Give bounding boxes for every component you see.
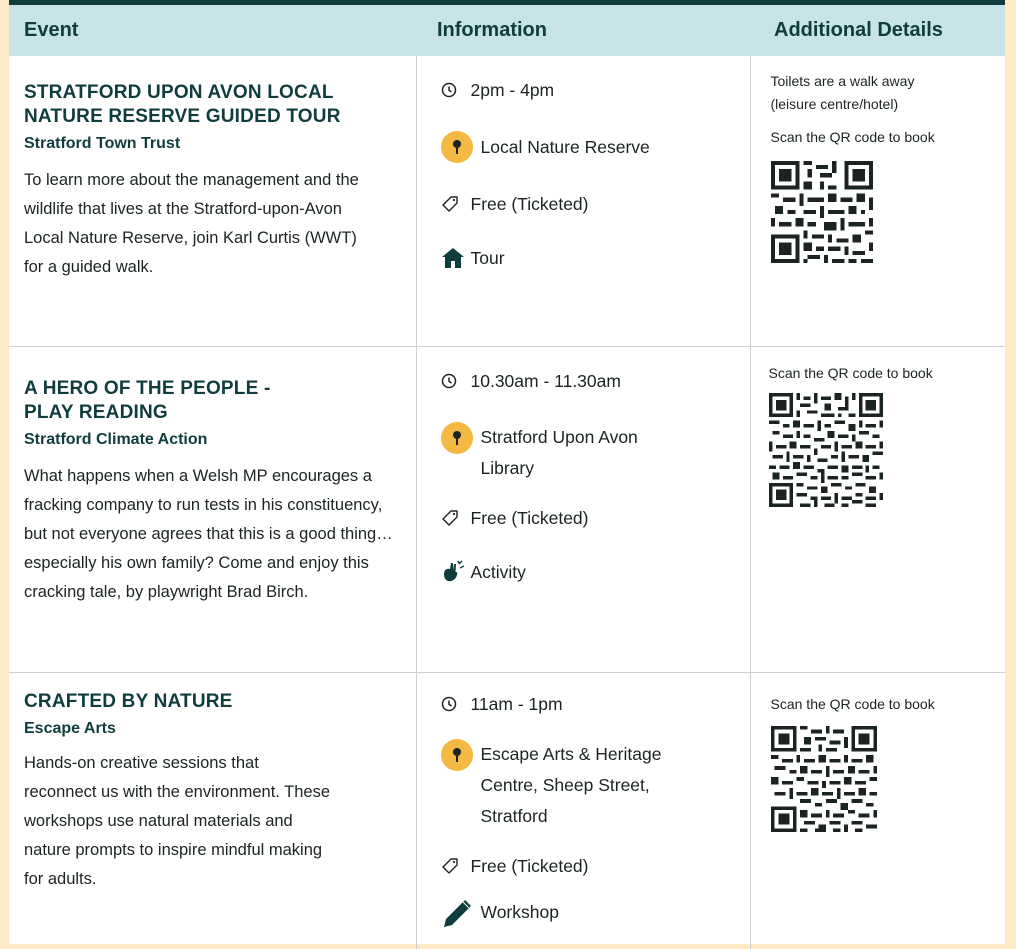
price-tag-icon xyxy=(441,504,471,532)
table-row: STRATFORD UPON AVON LOCAL NATURE RESERVE… xyxy=(9,56,1005,347)
location-row: Escape Arts & Heritage Centre, Sheep Str… xyxy=(440,738,738,832)
location-row: Stratford Upon Avon Library xyxy=(440,421,738,484)
details-cell: Toilets are a walk away (leisure centre/… xyxy=(749,56,1005,347)
details-cell: Scan the QR code to book xyxy=(749,346,1005,673)
qr-code[interactable] xyxy=(770,725,877,832)
time-row: 2pm - 4pm xyxy=(441,76,738,104)
location-pin-icon xyxy=(440,738,481,772)
type-row: Activity xyxy=(441,558,738,586)
table-row: A HERO OF THE PEOPLE - PLAY READING Stra… xyxy=(9,346,1005,673)
price-row: Free (Ticketed) xyxy=(441,852,738,880)
event-organiser: Escape Arts xyxy=(24,719,116,737)
time-row: 11am - 1pm xyxy=(441,690,738,718)
clock-icon xyxy=(441,367,471,395)
qr-caption: Scan the QR code to book xyxy=(770,695,935,712)
table-row: CRAFTED BY NATURE Escape Arts Hands-on c… xyxy=(9,672,1005,949)
type-row: Workshop xyxy=(441,898,738,928)
price-row: Free (Ticketed) xyxy=(441,190,738,218)
clock-icon xyxy=(441,690,471,718)
event-cell: CRAFTED BY NATURE Escape Arts Hands-on c… xyxy=(9,672,416,949)
price-tag-icon xyxy=(441,190,471,218)
price-row: Free (Ticketed) xyxy=(441,504,738,532)
events-table: Event Information Additional Details STR… xyxy=(9,5,1005,949)
header-event: Event xyxy=(9,5,416,56)
location-pin-icon xyxy=(440,421,481,455)
location-pin-icon xyxy=(440,130,481,164)
info-cell: 11am - 1pm Escape Arts & Heritage Centre… xyxy=(415,672,750,949)
event-type: Activity xyxy=(470,561,526,582)
event-price: Free (Ticketed) xyxy=(470,194,589,214)
type-row: Tour xyxy=(441,244,738,272)
event-price: Free (Ticketed) xyxy=(470,855,589,876)
event-title: STRATFORD UPON AVON LOCAL NATURE RESERVE… xyxy=(24,82,341,127)
event-location: Escape Arts & Heritage Centre, Sheep Str… xyxy=(480,743,662,826)
handprint-icon xyxy=(441,558,471,586)
event-title: CRAFTED BY NATURE xyxy=(24,690,233,712)
house-icon xyxy=(441,244,471,272)
event-cell: A HERO OF THE PEOPLE - PLAY READING Stra… xyxy=(9,346,416,673)
event-cell: STRATFORD UPON AVON LOCAL NATURE RESERVE… xyxy=(9,56,416,347)
info-cell: 2pm - 4pm Local Nature Reserve Free (Tic… xyxy=(415,56,750,347)
event-organiser: Stratford Climate Action xyxy=(24,430,208,448)
qr-caption: Scan the QR code to book xyxy=(768,364,933,381)
event-location: Local Nature Reserve xyxy=(480,137,650,157)
details-cell: Scan the QR code to book xyxy=(749,672,1005,949)
event-organiser: Stratford Town Trust xyxy=(24,135,181,152)
event-type: Tour xyxy=(470,248,505,268)
header-information: Information xyxy=(416,5,750,56)
qr-code[interactable] xyxy=(770,161,873,263)
event-location: Stratford Upon Avon Library xyxy=(480,426,638,478)
header-additional-details: Additional Details xyxy=(750,5,1005,56)
location-row: Local Nature Reserve xyxy=(440,130,738,164)
pencil-icon xyxy=(441,898,481,928)
event-title: A HERO OF THE PEOPLE - PLAY READING xyxy=(24,377,271,423)
event-time: 11am - 1pm xyxy=(470,693,563,714)
qr-caption: Scan the QR code to book xyxy=(770,129,935,145)
events-sheet: Event Information Additional Details STR… xyxy=(9,0,1005,949)
table-header-row: Event Information Additional Details xyxy=(9,5,1005,56)
event-description: To learn more about the management and t… xyxy=(24,171,359,276)
event-description: What happens when a Welsh MP encourages … xyxy=(24,466,393,601)
event-price: Free (Ticketed) xyxy=(470,507,589,528)
event-time: 2pm - 4pm xyxy=(470,80,555,100)
event-description: Hands-on creative sessions that reconnec… xyxy=(24,753,331,888)
event-time: 10.30am - 11.30am xyxy=(470,370,621,391)
qr-code[interactable] xyxy=(768,392,883,507)
price-tag-icon xyxy=(441,852,471,880)
event-type: Workshop xyxy=(480,901,559,922)
clock-icon xyxy=(441,76,471,104)
event-note: Toilets are a walk away (leisure centre/… xyxy=(770,73,915,112)
info-cell: 10.30am - 11.30am Stratford Upon Avon Li… xyxy=(415,346,750,673)
time-row: 10.30am - 11.30am xyxy=(441,367,738,395)
